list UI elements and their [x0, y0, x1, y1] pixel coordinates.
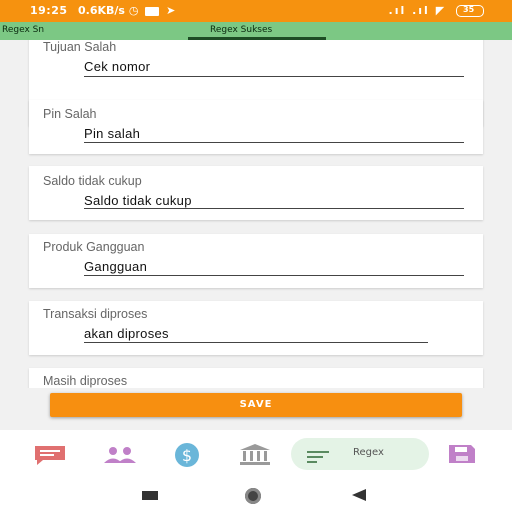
- bottom-navigation: $ Regex: [0, 430, 512, 478]
- back-icon[interactable]: [352, 489, 366, 501]
- input-underline: [84, 208, 464, 209]
- regex-form[interactable]: Tujuan Salah Cek nomor Pin Salah Pin sal…: [0, 40, 512, 388]
- network-speed: 0.6KB/s: [78, 4, 125, 17]
- regex-icon: [307, 448, 329, 467]
- message-icon[interactable]: [33, 444, 67, 470]
- transaksi-diproses-input[interactable]: akan diproses: [84, 326, 169, 341]
- field-label: Masih diproses: [43, 374, 128, 388]
- save-button[interactable]: SAVE: [50, 393, 462, 417]
- status-bar: 19:25 0.6KB/s ◷ ➤ .ıl .ıl ◤ 35: [0, 0, 512, 22]
- bank-icon[interactable]: [238, 443, 272, 469]
- notification-icon: [145, 6, 160, 16]
- card-produk-gangguan: Produk Gangguan Gangguan: [29, 234, 483, 288]
- field-label: Pin Salah: [43, 107, 97, 121]
- users-icon[interactable]: [102, 446, 138, 468]
- card-masih-diproses: Masih diproses: [29, 368, 483, 388]
- signal-icon: .ıl: [388, 4, 407, 17]
- status-time: 19:25: [30, 4, 68, 17]
- tab-regex-sukses[interactable]: Regex Sukses: [210, 25, 272, 35]
- card-saldo-tidak-cukup: Saldo tidak cukup Saldo tidak cukup: [29, 166, 483, 220]
- nav-item-regex[interactable]: Regex: [291, 438, 429, 470]
- field-label: Saldo tidak cukup: [43, 174, 142, 188]
- field-label: Produk Gangguan: [43, 240, 145, 254]
- nav-item-label: Regex: [353, 447, 384, 458]
- save-icon[interactable]: [447, 444, 477, 468]
- field-label: Transaksi diproses: [43, 307, 148, 321]
- saldo-tidak-cukup-input[interactable]: Saldo tidak cukup: [84, 193, 192, 208]
- battery-icon: 35: [456, 5, 484, 17]
- dollar-icon[interactable]: $: [170, 442, 204, 472]
- input-underline: [84, 76, 464, 77]
- card-transaksi-diproses: Transaksi diproses akan diproses: [29, 301, 483, 355]
- card-pin-salah: Pin Salah Pin salah: [29, 100, 483, 154]
- home-icon[interactable]: [245, 488, 261, 504]
- input-underline: [84, 142, 464, 143]
- telegram-icon: ➤: [166, 4, 176, 17]
- system-navigation: [0, 478, 512, 512]
- alarm-icon: ◷: [128, 4, 139, 17]
- recent-apps-icon[interactable]: [142, 491, 158, 500]
- signal-icon-2: .ıl: [412, 4, 430, 17]
- input-underline: [84, 275, 464, 276]
- tujuan-salah-input[interactable]: Cek nomor: [84, 59, 150, 74]
- field-label: Tujuan Salah: [43, 40, 117, 54]
- svg-text:$: $: [182, 446, 192, 465]
- status-left: 0.6KB/s ◷ ➤: [78, 4, 175, 17]
- produk-gangguan-input[interactable]: Gangguan: [84, 259, 147, 274]
- tab-regex-sn[interactable]: Regex Sn: [2, 25, 44, 35]
- wifi-icon: ◤: [435, 4, 447, 17]
- battery-level: 35: [463, 5, 475, 14]
- input-underline: [84, 342, 428, 343]
- pin-salah-input[interactable]: Pin salah: [84, 126, 140, 141]
- status-right: .ıl .ıl ◤ 35: [389, 4, 484, 17]
